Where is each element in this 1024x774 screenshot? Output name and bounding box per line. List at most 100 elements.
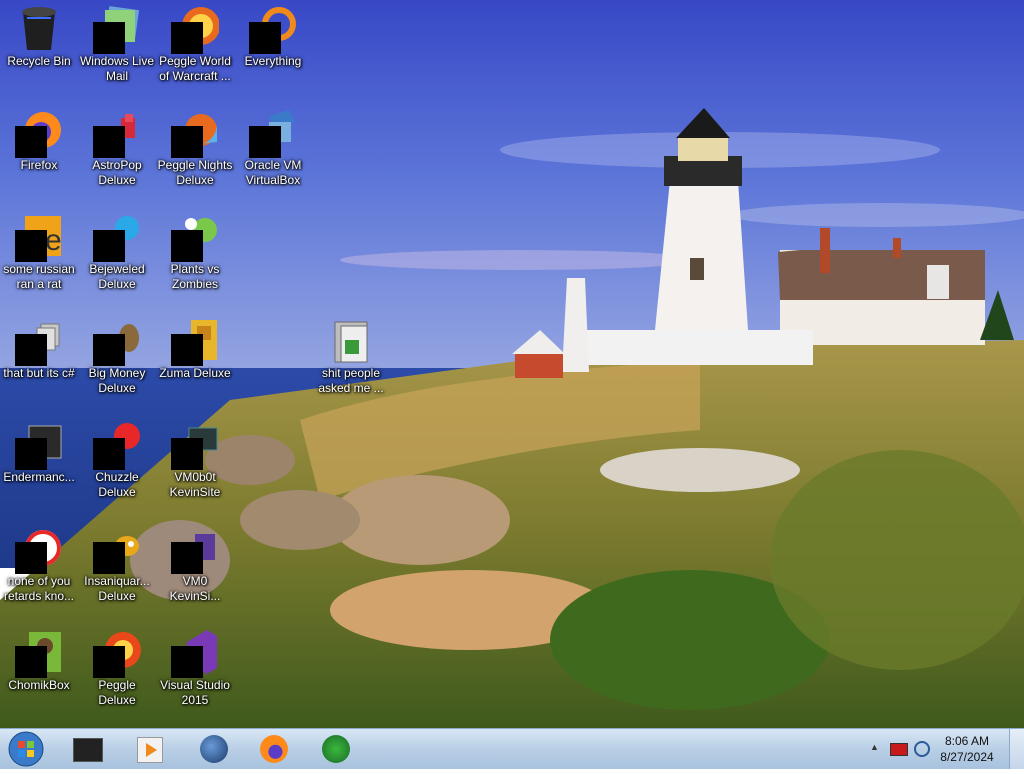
- redaction-box: [15, 334, 47, 366]
- desktop-icon-peggle-wow[interactable]: Peggle World of Warcraft ...: [156, 0, 234, 100]
- folder-icon: [327, 316, 375, 364]
- desktop-icon-bejeweled[interactable]: Bejeweled Deluxe: [78, 208, 156, 308]
- taskbar-pinned-globe[interactable]: [192, 732, 236, 766]
- desktop-icon-zuma[interactable]: Zuma Deluxe: [156, 312, 234, 412]
- desktop-icon-endermanch[interactable]: Endermanc...: [0, 416, 78, 516]
- desktop-icon-everything[interactable]: Everything: [234, 0, 312, 100]
- icon-label: shit people asked me ...: [318, 366, 384, 395]
- desktop-icon-recycle-bin[interactable]: Recycle Bin: [0, 0, 78, 100]
- volume-icon[interactable]: [914, 741, 930, 757]
- redaction-box: [15, 230, 47, 262]
- redaction-box: [171, 438, 203, 470]
- chomikbox-icon: [15, 628, 63, 678]
- redaction-box: [249, 22, 281, 54]
- virtualbox-icon: [249, 108, 297, 158]
- chuzzle-icon: [93, 420, 141, 470]
- icon-label: AstroPop Deluxe: [92, 158, 142, 187]
- icon-label: some russian ran a rat: [3, 262, 75, 291]
- redaction-box: [249, 126, 281, 158]
- icon-label: none of you retards kno...: [3, 574, 75, 603]
- icon-label: Endermanc...: [3, 470, 75, 484]
- plants-vs-zombies-icon: [171, 212, 219, 262]
- icon-label: Windows Live Mail: [79, 54, 155, 83]
- taskbar-pinned-download-manager[interactable]: [314, 732, 358, 766]
- redaction-box: [171, 230, 203, 262]
- app-icon: [15, 524, 63, 574]
- icon-label: Insaniquar... Deluxe: [84, 574, 150, 603]
- app-icon: [171, 524, 219, 574]
- redaction-box: [93, 22, 125, 54]
- redaction-box: [93, 438, 125, 470]
- icon-label: Big Money Deluxe: [88, 366, 146, 395]
- desktop-icon-some-russian[interactable]: e some russian ran a rat: [0, 208, 78, 308]
- desktop-icon-shit-people-asked-me[interactable]: shit people asked me ...: [312, 312, 390, 412]
- download-manager-icon: [322, 735, 350, 763]
- firefox-icon: [15, 108, 63, 158]
- redaction-box: [93, 334, 125, 366]
- redaction-box: [171, 542, 203, 574]
- start-button[interactable]: [6, 729, 46, 769]
- system-tray: ▲: [866, 729, 938, 769]
- icon-label: VM0 KevinSi...: [169, 574, 221, 603]
- icon-label: Bejeweled Deluxe: [89, 262, 145, 291]
- taskbar-pinned-media-player[interactable]: [128, 732, 172, 766]
- desktop-icon-firefox[interactable]: Firefox: [0, 104, 78, 204]
- desktop-icon-insaniquarium[interactable]: Insaniquar... Deluxe: [78, 520, 156, 620]
- desktop-icon-none-of-you[interactable]: none of you retards kno...: [0, 520, 78, 620]
- desktop-icon-big-money[interactable]: Big Money Deluxe: [78, 312, 156, 412]
- desktop-icon-chomikbox[interactable]: ChomikBox: [0, 624, 78, 724]
- redaction-box: [171, 126, 203, 158]
- taskbar-pinned-explorer[interactable]: [66, 732, 110, 766]
- desktop-icon-windows-live-mail[interactable]: Windows Live Mail: [78, 0, 156, 100]
- big-money-icon: [93, 316, 141, 366]
- icon-label: Peggle World of Warcraft ...: [159, 54, 231, 83]
- app-icon: [171, 420, 219, 470]
- taskbar-pinned-firefox[interactable]: [252, 732, 296, 766]
- explorer-icon: [73, 738, 103, 762]
- recycle-bin-icon: [15, 4, 63, 52]
- redaction-box: [15, 126, 47, 158]
- icon-label: Plants vs Zombies: [170, 262, 220, 291]
- zuma-icon: [171, 316, 219, 366]
- icon-label: Oracle VM VirtualBox: [244, 158, 302, 187]
- redaction-box: [15, 646, 47, 678]
- media-player-icon: [137, 737, 163, 763]
- icon-label: Peggle Nights Deluxe: [157, 158, 233, 187]
- redaction-box: [15, 542, 47, 574]
- icon-label: Zuma Deluxe: [159, 366, 231, 380]
- astropop-icon: [93, 108, 141, 158]
- peggle-nights-icon: [171, 108, 219, 158]
- desktop-icon-that-but-its-c-sharp[interactable]: that but its c#: [0, 312, 78, 412]
- desktop-icon-peggle-nights[interactable]: Peggle Nights Deluxe: [156, 104, 234, 204]
- firefox-icon: [260, 735, 288, 763]
- desktop-icon-virtualbox[interactable]: Oracle VM VirtualBox: [234, 104, 312, 204]
- desktop-icon-vm0b0t-kevinsite[interactable]: VM0b0t KevinSite: [156, 416, 234, 516]
- desktop-icon-peggle[interactable]: Peggle Deluxe: [78, 624, 156, 724]
- globe-icon: [200, 735, 228, 763]
- app-icon: [15, 420, 63, 470]
- redaction-box: [15, 438, 47, 470]
- taskbar-clock[interactable]: 8:06 AM 8/27/2024: [934, 733, 1000, 765]
- bejeweled-icon: [93, 212, 141, 262]
- clock-time: 8:06 AM: [944, 734, 990, 748]
- redaction-box: [93, 230, 125, 262]
- icon-label: Everything: [244, 54, 302, 68]
- desktop-icon-chuzzle[interactable]: Chuzzle Deluxe: [78, 416, 156, 516]
- desktop-icon-plants-vs-zombies[interactable]: Plants vs Zombies: [156, 208, 234, 308]
- icon-label: Chuzzle Deluxe: [95, 470, 139, 499]
- icon-label: ChomikBox: [8, 678, 70, 692]
- clock-date: 8/27/2024: [940, 750, 994, 764]
- desktop-icon-visual-studio[interactable]: Visual Studio 2015: [156, 624, 234, 724]
- show-hidden-icons-chevron[interactable]: ▲: [870, 742, 879, 752]
- network-icon[interactable]: [890, 743, 908, 756]
- peggle-icon: [93, 628, 141, 678]
- app-icon: e: [15, 212, 63, 262]
- insaniquarium-icon: [93, 524, 141, 574]
- windows-live-mail-icon: [93, 4, 141, 54]
- desktop-icon-astropop[interactable]: AstroPop Deluxe: [78, 104, 156, 204]
- show-desktop-button[interactable]: [1009, 729, 1024, 769]
- desktop-icon-vm0-kevinsite[interactable]: VM0 KevinSi...: [156, 520, 234, 620]
- taskbar: ▲ 8:06 AM 8/27/2024: [0, 728, 1024, 769]
- redaction-box: [93, 542, 125, 574]
- shortcut-icon: [15, 316, 63, 366]
